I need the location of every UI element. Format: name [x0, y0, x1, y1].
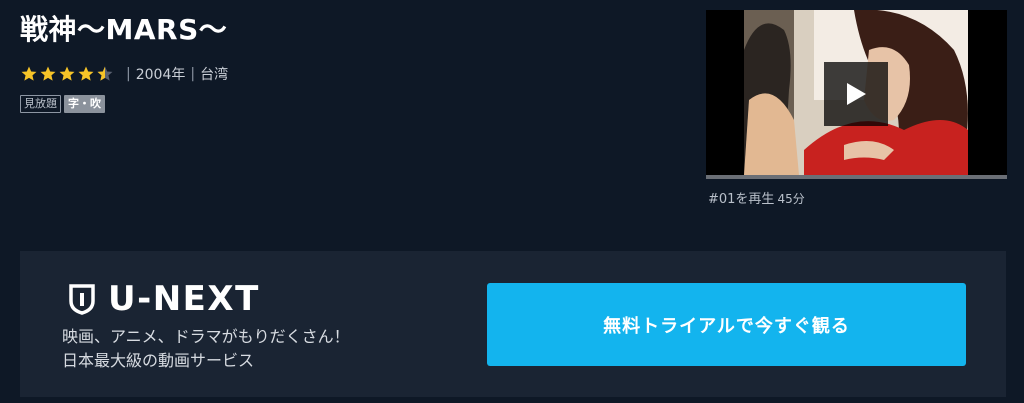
play-icon	[847, 83, 866, 105]
duration: 45分	[777, 192, 805, 206]
free-trial-button[interactable]: 無料トライアルで今すぐ観る	[487, 283, 966, 366]
separator: |	[190, 66, 196, 82]
play-button[interactable]	[824, 62, 888, 126]
half-star-icon	[97, 66, 113, 81]
shield-icon	[69, 284, 95, 315]
watch-free-badge: 見放題	[20, 95, 61, 113]
subtitle-dub-badge: 字・吹	[64, 95, 105, 113]
play-episode-link[interactable]: #01を再生 45分	[708, 188, 805, 207]
release-year: 2004年	[135, 67, 186, 83]
meta-row: | 2004年 | 台湾	[20, 64, 228, 84]
star-icon	[21, 66, 37, 81]
tagline: 映画、アニメ、ドラマがもりだくさん！ 日本最大級の動画サービス	[62, 325, 350, 373]
promo-banner: U-NEXT 映画、アニメ、ドラマがもりだくさん！ 日本最大級の動画サービス 無…	[20, 251, 1006, 397]
page-title: 戦神～MARS～	[20, 13, 228, 46]
star-rating	[20, 65, 115, 83]
badges: 見放題 字・吹	[20, 95, 105, 113]
star-icon	[40, 66, 56, 81]
brand-logo: U-NEXT	[68, 279, 260, 319]
brand-name: U-NEXT	[108, 279, 260, 319]
separator: |	[126, 66, 131, 82]
star-icon	[59, 66, 75, 81]
country: 台湾	[200, 67, 229, 83]
play-episode-label: #01を再生	[708, 192, 775, 207]
video-player[interactable]	[706, 10, 1007, 179]
tagline-line-2: 日本最大級の動画サービス	[62, 351, 255, 370]
star-icon	[78, 66, 94, 81]
tagline-line-1: 映画、アニメ、ドラマがもりだくさん！	[62, 327, 350, 346]
progress-bar	[706, 175, 1007, 179]
